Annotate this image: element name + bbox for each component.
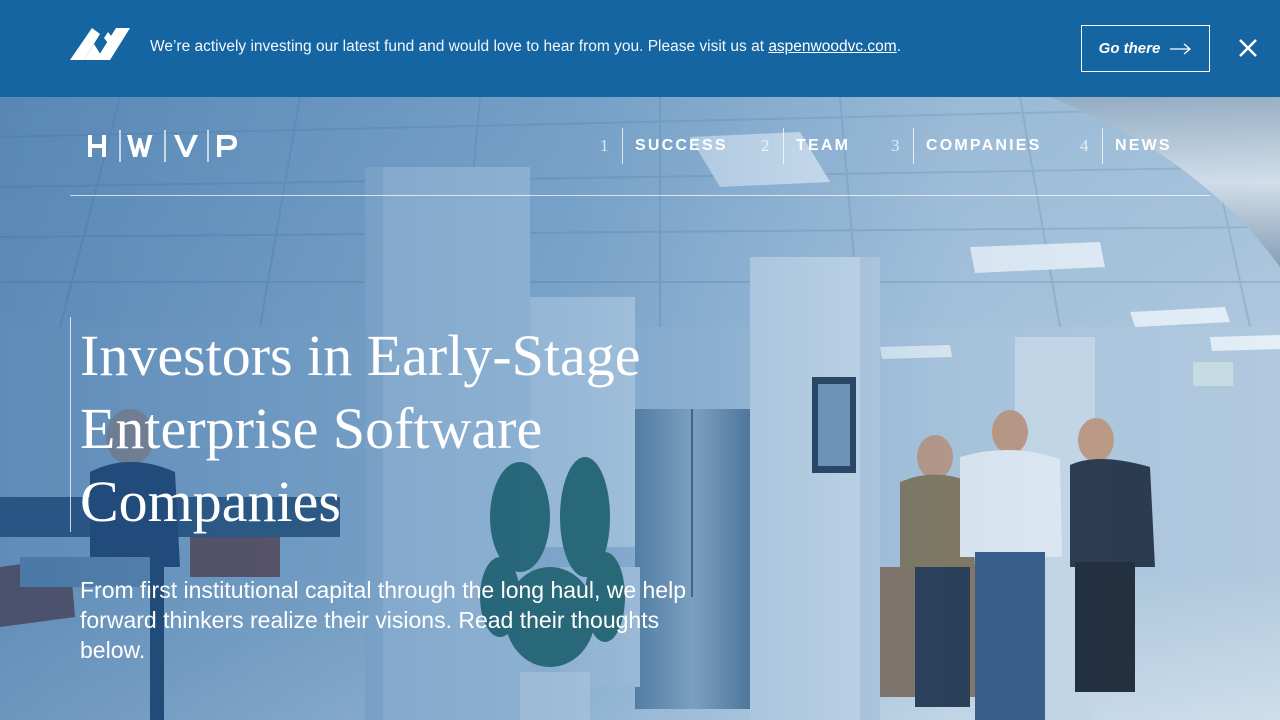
- nav-divider: [913, 128, 914, 164]
- nav-divider: [1102, 128, 1103, 164]
- nav-label: TEAM: [796, 137, 851, 154]
- announcement-text-after: .: [896, 38, 901, 55]
- nav-item-news[interactable]: 4 NEWS: [1080, 128, 1172, 164]
- nav-divider: [622, 128, 623, 164]
- arrow-right-icon: [1170, 43, 1192, 54]
- nav-label: SUCCESS: [635, 137, 728, 154]
- close-icon[interactable]: [1236, 36, 1260, 60]
- nav-item-success[interactable]: 1 SUCCESS: [600, 128, 728, 164]
- announcement-bar: We’re actively investing our latest fund…: [0, 0, 1280, 97]
- nav-number: 2: [761, 136, 770, 155]
- nav-item-team[interactable]: 2 TEAM: [761, 128, 850, 164]
- hero-subhead: From first institutional capital through…: [80, 577, 686, 663]
- go-there-button[interactable]: Go there: [1081, 25, 1210, 72]
- hero-section: 1 SUCCESS 2 TEAM 3 COMPANIES 4 NEWS Inve…: [0, 97, 1280, 720]
- main-nav: 1 SUCCESS 2 TEAM 3 COMPANIES 4 NEWS: [0, 128, 1280, 164]
- nav-divider: [783, 128, 784, 164]
- nav-label: COMPANIES: [926, 137, 1042, 154]
- aspenwood-link[interactable]: aspenwoodvc.com: [768, 38, 896, 55]
- announcement-text: We’re actively investing our latest fund…: [150, 37, 901, 57]
- announcement-text-before: We’re actively investing our latest fund…: [150, 38, 769, 55]
- nav-label: NEWS: [1115, 137, 1172, 154]
- headline-accent-rule: [70, 317, 71, 532]
- aspenwood-logo-icon[interactable]: [70, 28, 130, 62]
- nav-number: 1: [600, 136, 609, 155]
- nav-number: 3: [891, 136, 900, 155]
- nav-number: 4: [1080, 136, 1089, 155]
- hero-headline: Investors in Early-Stage Enterprise Soft…: [80, 323, 641, 534]
- go-there-label: Go there: [1098, 40, 1161, 57]
- nav-item-companies[interactable]: 3 COMPANIES: [891, 128, 1042, 164]
- header-divider: [70, 195, 1210, 196]
